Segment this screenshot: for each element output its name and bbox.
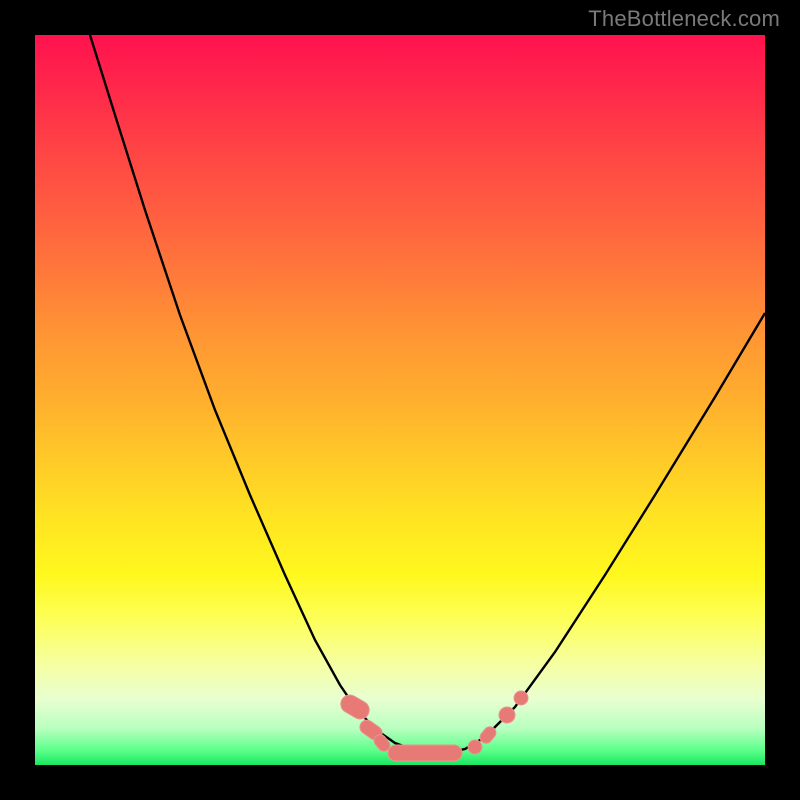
chart-frame: TheBottleneck.com xyxy=(0,0,800,800)
marker-dot xyxy=(499,707,515,723)
marker-capsule xyxy=(388,745,462,761)
marker-dot xyxy=(514,691,528,705)
curve-markers xyxy=(338,691,528,761)
bottleneck-curve xyxy=(90,35,765,753)
chart-svg xyxy=(35,35,765,765)
watermark-text: TheBottleneck.com xyxy=(588,6,780,32)
marker-capsule xyxy=(338,692,373,723)
marker-dot xyxy=(468,740,482,754)
plot-area xyxy=(35,35,765,765)
